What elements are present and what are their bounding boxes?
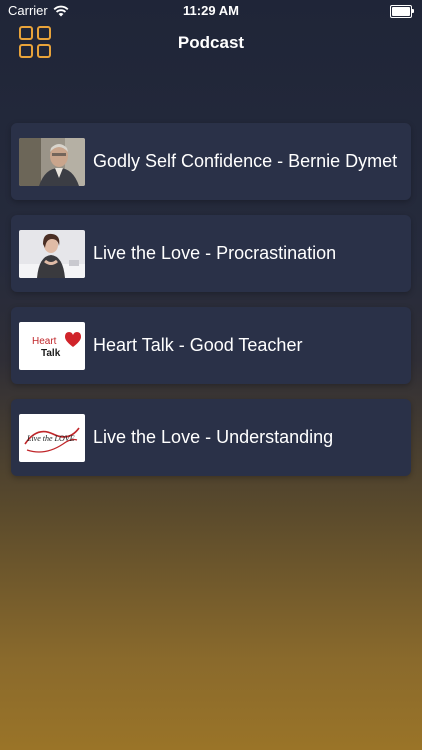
podcast-item[interactable]: Live the LOVE Live the Love - Understand…	[11, 399, 411, 476]
status-bar: Carrier 11:29 AM	[0, 0, 422, 22]
podcast-thumbnail: Heart Talk	[19, 322, 85, 370]
logo-text: Live the LOVE	[26, 434, 75, 443]
podcast-thumbnail	[19, 230, 85, 278]
podcast-title: Live the Love - Procrastination	[93, 243, 337, 263]
podcast-title: Heart Talk - Good Teacher	[93, 335, 303, 355]
nav-bar: Podcast	[0, 22, 422, 66]
podcast-item[interactable]: Live the Love - Procrastination	[11, 215, 411, 292]
podcast-list: Godly Self Confidence - Bernie Dymet Liv…	[11, 123, 411, 491]
battery-icon	[390, 5, 414, 18]
podcast-title: Live the Love - Understanding	[93, 427, 334, 447]
podcast-item[interactable]: Godly Self Confidence - Bernie Dymet	[11, 123, 411, 200]
page-title: Podcast	[177, 33, 245, 52]
podcast-thumbnail	[19, 138, 85, 186]
logo-text-heart: Heart	[32, 336, 57, 347]
podcast-title: Godly Self Confidence - Bernie Dymet	[93, 151, 398, 171]
status-time: 11:29 AM	[183, 3, 239, 18]
podcast-thumbnail: Live the LOVE	[19, 414, 85, 462]
podcast-item[interactable]: Heart Talk Heart Talk - Good Teacher	[11, 307, 411, 384]
logo-text-talk: Talk	[41, 348, 61, 359]
